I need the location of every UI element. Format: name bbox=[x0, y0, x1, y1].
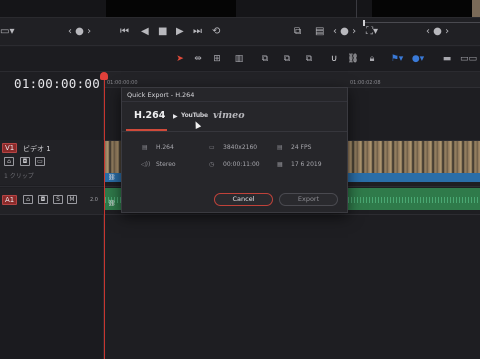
codec-value: H.264 bbox=[156, 144, 174, 151]
snapping-icon[interactable]: ∪ bbox=[328, 47, 340, 72]
playhead-line[interactable] bbox=[104, 80, 105, 359]
v1-auto-select-icon[interactable]: ◘ bbox=[20, 157, 30, 166]
source-viewer bbox=[106, 0, 236, 17]
export-button[interactable]: Export bbox=[279, 193, 338, 206]
a1-badge[interactable]: A1 bbox=[2, 195, 18, 205]
tab-h264[interactable]: H.264 bbox=[134, 110, 165, 121]
tab-youtube[interactable]: YouTube bbox=[181, 112, 208, 119]
codec-icon: ▤ bbox=[142, 144, 148, 151]
replace-clip-icon[interactable]: ⧉ bbox=[302, 47, 316, 72]
video-link-icon: ⛓ bbox=[108, 174, 116, 181]
dynamic-trim-icon[interactable]: ⊞ bbox=[210, 47, 224, 72]
cancel-button[interactable]: Cancel bbox=[214, 193, 273, 206]
timeline-scrubber[interactable] bbox=[363, 20, 480, 26]
v1-lock-icon[interactable]: ⌂ bbox=[4, 157, 14, 166]
stop-icon[interactable]: ◀ bbox=[141, 18, 149, 46]
framerate-icon: ▤ bbox=[277, 144, 283, 151]
overwrite-clip-icon[interactable]: ⧉ bbox=[280, 47, 294, 72]
source-jog-icon[interactable]: ‹ ● › bbox=[68, 18, 91, 46]
duration-value: 00:00:11:00 bbox=[223, 161, 260, 168]
time-ruler[interactable] bbox=[104, 72, 480, 88]
linked-selection-icon[interactable]: ⛓ bbox=[347, 47, 359, 72]
play-icon[interactable]: ▶ bbox=[176, 18, 184, 46]
tab-divider bbox=[122, 131, 347, 132]
youtube-play-icon: ▶ bbox=[173, 113, 178, 120]
selection-tool-icon[interactable]: ➤ bbox=[174, 47, 186, 72]
loop-icon[interactable]: ⟲ bbox=[212, 18, 220, 46]
overlay-icon[interactable]: ▤ bbox=[315, 18, 324, 46]
v1-visibility-icon[interactable]: ▭ bbox=[35, 157, 45, 166]
go-to-start-icon[interactable]: ⏮ bbox=[120, 18, 129, 46]
a1-solo-button[interactable]: S bbox=[53, 195, 63, 204]
a1-lock-icon[interactable]: ⌂ bbox=[23, 195, 33, 204]
v1-track-name[interactable]: ビデオ 1 bbox=[23, 144, 51, 154]
ruler-label-start: 01:00:00:00 bbox=[107, 80, 138, 86]
clip-icon[interactable]: ⧉ bbox=[294, 18, 301, 46]
blade-tool-icon[interactable]: ▥ bbox=[232, 47, 246, 72]
timeline-timecode: 01:00:00:00 bbox=[14, 76, 101, 91]
v1-clip-count: 1 クリップ bbox=[4, 173, 34, 180]
a1-volume: 2.0 bbox=[90, 197, 98, 203]
marker-icon[interactable]: ●▾ bbox=[410, 47, 426, 72]
a1-mute-button[interactable]: M bbox=[67, 195, 77, 204]
ruler-label-end: 01:00:02:08 bbox=[350, 80, 381, 86]
viewer-mode-icon[interactable]: ▭▾ bbox=[0, 18, 14, 46]
trim-tool-icon[interactable]: ⇹ bbox=[192, 47, 204, 72]
framerate-value: 24 FPS bbox=[291, 144, 312, 151]
viewer-thumbnail bbox=[472, 0, 480, 17]
calendar-icon: ▦ bbox=[277, 161, 283, 168]
v1-badge[interactable]: V1 bbox=[2, 143, 18, 153]
zoom-detail-icon[interactable]: ▭▭ bbox=[460, 47, 477, 72]
audio-link-icon: ⛓ bbox=[108, 200, 116, 207]
resolution-icon: ▭ bbox=[209, 144, 215, 151]
prev-edit-icon[interactable]: ‹ ● › bbox=[333, 18, 356, 46]
editor-window: ▭▾ ‹ ● › ⏮ ◀ ■ ▶ ⏭ ⟲ ⧉ ▤ ‹ ● › ⛶▾ ‹ ● › … bbox=[0, 0, 480, 359]
playhead-handle[interactable] bbox=[100, 72, 108, 80]
tab-vimeo[interactable]: vimeo bbox=[213, 110, 245, 121]
date-value: 17 6 2019 bbox=[291, 161, 322, 168]
dialog-title: Quick Export - H.264 bbox=[127, 91, 195, 99]
a1-auto-select-icon[interactable]: ◘ bbox=[38, 195, 48, 204]
timeline-viewer bbox=[372, 0, 472, 17]
resolution-value: 3840x2160 bbox=[223, 144, 258, 151]
stop-square-icon[interactable]: ■ bbox=[158, 18, 167, 46]
clock-icon: ◷ bbox=[209, 161, 215, 168]
position-lock-icon[interactable]: 🔒︎ bbox=[366, 47, 378, 72]
flag-icon[interactable]: ⚑▾ bbox=[389, 47, 405, 72]
audio-value: Stereo bbox=[156, 161, 176, 168]
go-to-end-icon[interactable]: ⏭ bbox=[193, 18, 202, 46]
zoom-full-icon[interactable]: ▬ bbox=[440, 47, 454, 72]
insert-clip-icon[interactable]: ⧉ bbox=[258, 47, 272, 72]
speaker-icon: ◁)) bbox=[141, 161, 151, 168]
track-header-empty bbox=[0, 215, 104, 359]
dialog-title-divider bbox=[122, 101, 347, 102]
